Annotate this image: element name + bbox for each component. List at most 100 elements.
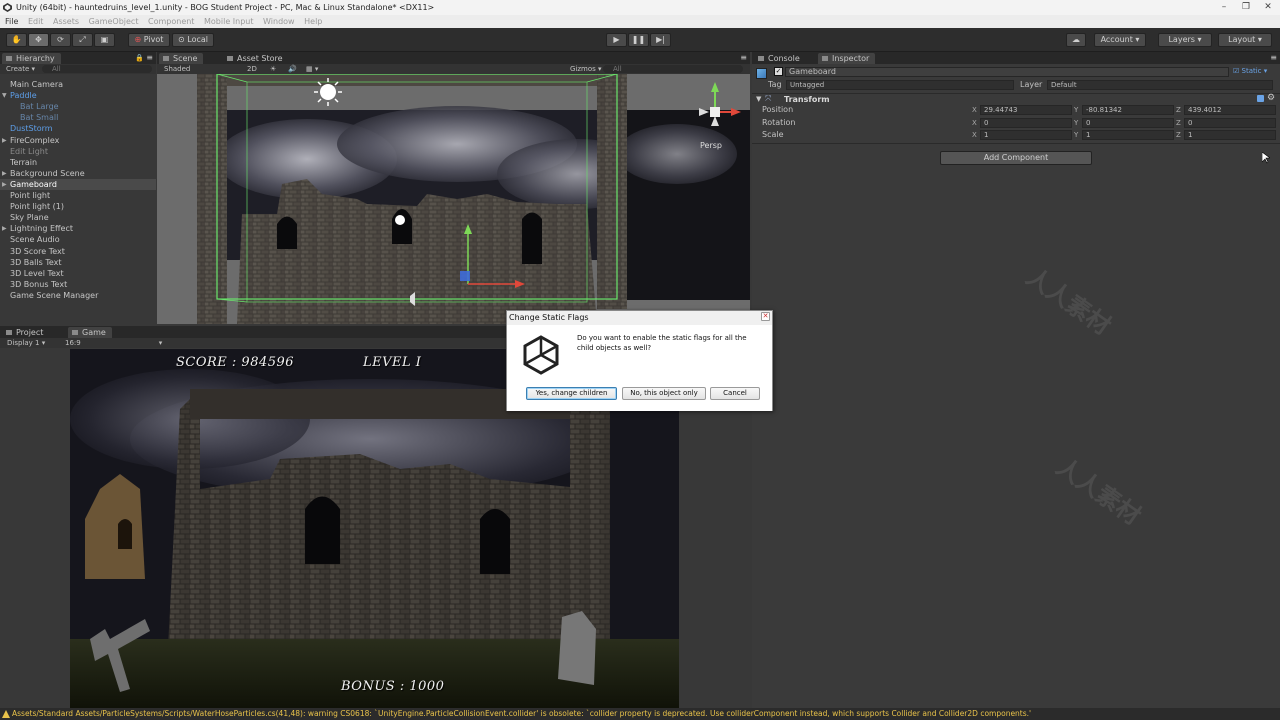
tab-game[interactable]: Game [68, 327, 112, 338]
static-checkbox[interactable]: ☑ Static ▾ [1233, 67, 1267, 75]
play-button[interactable]: ▶ [606, 33, 627, 47]
menu-assets[interactable]: Assets [53, 17, 79, 26]
panel-menu-icon[interactable]: ≡ [146, 53, 153, 62]
hierarchy-item[interactable]: Edit Light [0, 146, 156, 157]
panel-menu-icon[interactable]: ≡ [1270, 53, 1277, 62]
lock-icon[interactable]: 🔒 [135, 54, 144, 62]
no-this-object-only-button[interactable]: No, this object only [622, 387, 706, 400]
move-tool-icon[interactable]: ✥ [28, 33, 49, 47]
lighting-toggle-icon[interactable]: ☀ [270, 64, 276, 74]
help-icon[interactable] [1257, 95, 1264, 102]
audio-toggle-icon[interactable]: 🔊 [288, 64, 297, 74]
tab-asset-store[interactable]: Asset Store [223, 53, 289, 64]
menu-mobile-input[interactable]: Mobile Input [204, 17, 254, 26]
pivot-toggle[interactable]: ⊕ Pivot [128, 33, 170, 47]
hierarchy-item[interactable]: Bat Large [0, 101, 156, 112]
transform-x-field[interactable]: 1 [980, 130, 1072, 140]
panel-menu-icon[interactable]: ≡ [740, 53, 747, 62]
hierarchy-item[interactable]: ▶ FireComplex [0, 135, 156, 146]
scale-tool-icon[interactable]: ⤢ [72, 33, 93, 47]
transform-z-field[interactable]: 439.4012 [1184, 105, 1276, 115]
cloud-button[interactable]: ☁ [1066, 33, 1086, 47]
add-component-button[interactable]: Add Component [940, 151, 1092, 165]
layer-dropdown[interactable]: Default [1047, 80, 1273, 90]
hierarchy-item-label: Lightning Effect [10, 224, 73, 234]
foldout-arrow-icon[interactable]: ▶ [2, 223, 7, 234]
dialog-close-icon[interactable]: ✕ [761, 312, 770, 321]
hierarchy-item[interactable]: Bat Small [0, 112, 156, 123]
gizmos-dropdown[interactable]: Gizmos ▾ [570, 64, 602, 74]
transform-row-label: Scale [762, 130, 784, 139]
step-button[interactable]: ▶| [650, 33, 671, 47]
component-settings-icon[interactable]: ⚙ [1267, 93, 1275, 103]
menu-gameobject[interactable]: GameObject [89, 17, 139, 26]
effects-toggle-icon[interactable]: ▦ ▾ [306, 64, 318, 74]
perspective-label[interactable]: Persp [700, 141, 722, 150]
transform-y-field[interactable]: 0 [1082, 117, 1174, 128]
cancel-button[interactable]: Cancel [710, 387, 760, 400]
hierarchy-item[interactable]: ▶ Lightning Effect [0, 223, 156, 234]
aspect-dropdown[interactable]: 16:9 ▾ [65, 338, 162, 348]
hierarchy-item[interactable]: 3D Balls Text [0, 257, 156, 268]
hierarchy-item[interactable]: Terrain [0, 157, 156, 168]
foldout-arrow-icon[interactable]: ▶ [2, 135, 7, 146]
layers-dropdown[interactable]: Layers ▾ [1158, 33, 1212, 47]
maximize-icon[interactable]: ❐ [1239, 2, 1253, 12]
tab-console[interactable]: Console [754, 53, 806, 64]
menu-help[interactable]: Help [304, 17, 322, 26]
menu-window[interactable]: Window [263, 17, 295, 26]
yes-change-children-button[interactable]: Yes, change children [526, 387, 617, 400]
hierarchy-item[interactable]: ▶ Gameboard [0, 178, 156, 190]
foldout-arrow-icon[interactable]: ▶ [2, 168, 7, 179]
pause-button[interactable]: ❚❚ [628, 33, 649, 47]
transform-x-field[interactable]: 0 [980, 117, 1072, 128]
hierarchy-item[interactable]: 3D Score Text [0, 246, 156, 257]
tag-dropdown[interactable]: Untagged [786, 80, 1014, 90]
menu-file[interactable]: File [5, 17, 18, 26]
hierarchy-item[interactable]: Main Camera [0, 79, 156, 90]
toggle-2d-button[interactable]: 2D [247, 64, 257, 74]
scene-search-field[interactable]: All [603, 65, 743, 73]
transform-y-field[interactable]: -80.81342 [1082, 105, 1174, 115]
hierarchy-item[interactable]: Sky Plane [0, 212, 156, 223]
menu-component[interactable]: Component [148, 17, 194, 26]
hierarchy-item[interactable]: ▼ Paddle [0, 90, 156, 101]
hierarchy-item[interactable]: Scene Audio [0, 234, 156, 245]
rect-tool-icon[interactable]: ▣ [94, 33, 115, 47]
tab-inspector[interactable]: Inspector [818, 53, 876, 64]
tab-scene[interactable]: Scene [159, 53, 204, 64]
active-checkbox[interactable]: ✓ [774, 67, 783, 76]
display-dropdown[interactable]: Display 1 ▾ [7, 339, 45, 347]
transform-y-field[interactable]: 1 [1082, 130, 1174, 140]
menu-edit[interactable]: Edit [28, 17, 44, 26]
hierarchy-item[interactable]: DustStorm [0, 123, 156, 134]
create-dropdown[interactable]: Create ▾ [6, 65, 35, 73]
tab-project[interactable]: Project [2, 327, 49, 338]
hand-tool-icon[interactable]: ✋ [6, 33, 27, 47]
hierarchy-item[interactable]: Point light (1) [0, 201, 156, 212]
rotate-tool-icon[interactable]: ⟳ [50, 33, 71, 47]
hierarchy-item[interactable]: Point light [0, 190, 156, 201]
transform-x-field[interactable]: 29.44743 [980, 105, 1072, 115]
close-icon[interactable]: ✕ [1261, 2, 1275, 12]
shading-mode-dropdown[interactable]: Shaded [164, 65, 190, 73]
layout-dropdown[interactable]: Layout ▾ [1218, 33, 1272, 47]
hierarchy-search-field[interactable]: All [42, 65, 152, 73]
hierarchy-item[interactable]: Game Scene Manager [0, 290, 156, 301]
local-toggle[interactable]: ⊙ Local [172, 33, 214, 47]
minimize-icon[interactable]: – [1217, 2, 1231, 12]
transform-z-field[interactable]: 1 [1184, 130, 1276, 140]
transform-z-field[interactable]: 0 [1184, 117, 1276, 128]
hierarchy-item[interactable]: ▶ Background Scene [0, 168, 156, 179]
scene-viewport[interactable]: Persp [157, 74, 750, 324]
hierarchy-item[interactable]: 3D Bonus Text [0, 279, 156, 290]
tab-hierarchy[interactable]: Hierarchy [2, 53, 61, 64]
status-bar[interactable]: Assets/Standard Assets/ParticleSystems/S… [0, 708, 1280, 720]
account-dropdown[interactable]: Account ▾ [1094, 33, 1146, 47]
foldout-arrow-icon[interactable]: ▼ [2, 90, 7, 101]
hierarchy-item-label: Bat Small [20, 113, 59, 123]
transform-foldout-icon[interactable]: ▼ [756, 95, 761, 103]
foldout-arrow-icon[interactable]: ▶ [2, 179, 7, 190]
hierarchy-item[interactable]: 3D Level Text [0, 268, 156, 279]
object-name-field[interactable]: Gameboard [785, 67, 1229, 77]
